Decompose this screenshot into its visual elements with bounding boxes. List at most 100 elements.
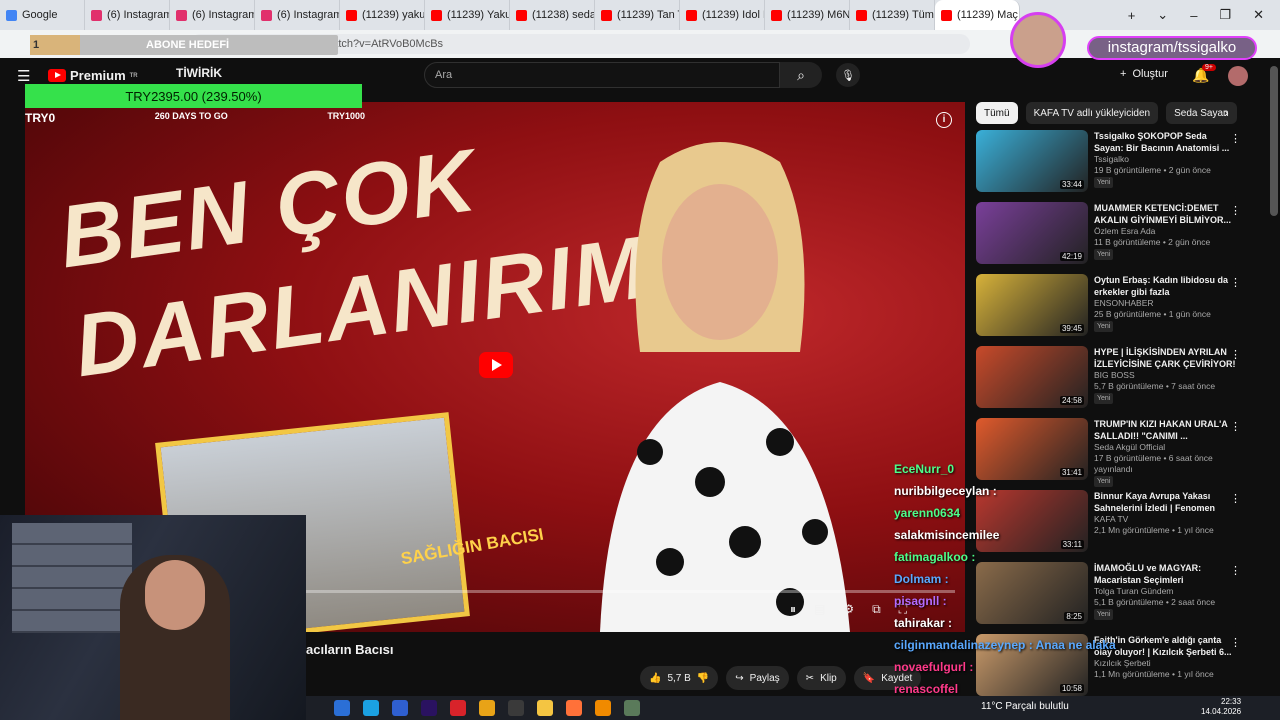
weather-widget[interactable]: 11°C Parçalı bulutlu [981, 701, 1069, 712]
recommended-video[interactable]: 39:45 Oytun Erbaş: Kadın libidosu da erke… [976, 274, 1246, 346]
tab-favicon [176, 9, 187, 21]
browser-tab[interactable]: (6) Instagram [170, 0, 255, 30]
more-options-icon[interactable]: ⋮ [1230, 204, 1241, 217]
pause-icon[interactable]: ⏸ [790, 602, 796, 617]
search-input[interactable]: Ara [424, 62, 780, 88]
browser-tab[interactable]: (11239) Maç✕ [935, 0, 1020, 30]
clock[interactable]: 22:33 14.04.2026 [1201, 697, 1241, 717]
scissors-icon: ✂ [805, 672, 815, 684]
bookshelf [12, 523, 132, 633]
video-actions: 👍 5,7 B 👎 ↪ Paylaş ✂ Klip 🔖 Kaydet [640, 666, 922, 690]
clip-button[interactable]: ✂ Klip [796, 666, 846, 690]
firefox-icon[interactable] [566, 700, 582, 716]
tab-favicon [601, 9, 612, 21]
more-options-icon[interactable]: ⋮ [1230, 348, 1241, 361]
create-button[interactable]: + Oluştur [1120, 68, 1168, 80]
new-badge: Yeni [1094, 177, 1114, 188]
voice-search-button[interactable]: 🎙 [836, 63, 860, 87]
browser-tab[interactable]: Google [0, 0, 85, 30]
search-button[interactable]: ⌕ [780, 62, 822, 88]
chrome-icon[interactable] [479, 700, 495, 716]
browser-tab[interactable]: (11239) Tan Taşç [595, 0, 680, 30]
video-thumbnail[interactable]: 42:19 [976, 202, 1088, 264]
filter-chips: Tümü KAFA TV adlı yükleyiciden Seda Sayan [976, 102, 1237, 124]
browser-tab[interactable]: (11239) Idol Ho [680, 0, 765, 30]
browser-tab[interactable]: (11239) Tüm İng [850, 0, 935, 30]
browser-tab[interactable]: (11239) Yakup T [425, 0, 510, 30]
scrollbar[interactable] [1270, 66, 1278, 216]
channel-name[interactable]: Özlem Esra Ada [1094, 226, 1236, 237]
chevron-right-icon[interactable]: › [1224, 104, 1229, 120]
recommended-video[interactable]: 33:44 Tssigalko ŞOKOPOP Seda Sayan: Bir B… [976, 130, 1246, 202]
chat-message: fatimagalkoo : [894, 550, 976, 564]
video-title[interactable]: MUAMMER KETENCİ:DEMET AKALIN GİYİNMEYİ B… [1094, 202, 1236, 226]
browser-tab[interactable]: (11239) yakup t [340, 0, 425, 30]
bookmark-icon: 🔖 [862, 672, 876, 684]
mic-icon: 🎙 [841, 69, 855, 82]
store-icon[interactable] [334, 700, 350, 716]
logo-text: Premium [70, 68, 126, 83]
video-meta: 19 B görüntüleme • 2 gün önce [1094, 165, 1211, 175]
tab-label: (11239) yakup t [362, 9, 425, 21]
edge-icon[interactable] [363, 700, 379, 716]
video-title[interactable]: TRUMP'IN KIZI HAKAN URAL'A SALLADI!! "CA… [1094, 418, 1236, 442]
tab-label: (11239) M6NIF [787, 9, 850, 21]
tab-favicon [91, 9, 102, 21]
restore-icon[interactable]: ❐ [1219, 7, 1231, 23]
tab-label: (11239) Tan Taşç [617, 9, 679, 21]
thumbs-down-icon[interactable]: 👎 [697, 673, 709, 684]
video-title[interactable]: HYPE | İLİŞKİSİNDEN AYRILAN İZLEYİCİSİNE… [1094, 346, 1236, 370]
avatar[interactable] [1228, 66, 1248, 86]
recommended-video[interactable]: 42:19 MUAMMER KETENCİ:DEMET AKALIN GİYİNM… [976, 202, 1246, 274]
info-icon[interactable]: i [936, 112, 952, 128]
more-options-icon[interactable]: ⋮ [1230, 636, 1241, 649]
folder-icon[interactable] [537, 700, 553, 716]
more-options-icon[interactable]: ⋮ [1230, 564, 1241, 577]
vlc-icon[interactable] [595, 700, 611, 716]
channel-name[interactable]: BIG BOSS [1094, 370, 1236, 381]
plus-icon: + [1120, 68, 1127, 80]
recommended-video[interactable]: 24:58 HYPE | İLİŞKİSİNDEN AYRILAN İZLEYİC… [976, 346, 1246, 418]
close-icon[interactable]: ✕ [1253, 7, 1264, 23]
app-icon[interactable] [392, 700, 408, 716]
more-options-icon[interactable]: ⋮ [1230, 420, 1241, 433]
obs-icon[interactable] [508, 700, 524, 716]
settings-icon[interactable]: ⚙ [843, 602, 854, 617]
channel-name[interactable]: Seda Akgül Official [1094, 442, 1236, 453]
more-options-icon[interactable]: ⋮ [1230, 276, 1241, 289]
video-thumbnail[interactable]: 39:45 [976, 274, 1088, 336]
channel-name[interactable]: Tssigalko [1094, 154, 1236, 165]
opera-icon[interactable] [450, 700, 466, 716]
menu-icon[interactable]: ☰ [17, 67, 30, 85]
subtitles-icon[interactable]: ▤ [814, 602, 825, 617]
filter-chip[interactable]: Tümü [976, 102, 1018, 124]
tab-list-icon[interactable]: ⌄ [1157, 7, 1168, 23]
more-options-icon[interactable]: ⋮ [1230, 492, 1241, 505]
channel-name[interactable]: ENSONHABER [1094, 298, 1236, 309]
video-title[interactable]: Oytun Erbaş: Kadın libidosu da erkekler … [1094, 274, 1236, 298]
browser-tab[interactable]: (11238) seda sa [510, 0, 595, 30]
youtube-logo[interactable]: Premium TR [48, 68, 138, 83]
subscriber-goal-widget: 1 ABONE HEDEFİ [30, 35, 338, 55]
more-options-icon[interactable]: ⋮ [1230, 132, 1241, 145]
video-thumbnail[interactable]: 33:44 [976, 130, 1088, 192]
tab-favicon [346, 9, 357, 21]
minimize-icon[interactable]: – [1190, 8, 1197, 23]
create-label: Oluştur [1132, 68, 1168, 80]
browser-tab[interactable]: (6) Instagram [255, 0, 340, 30]
progress-bar[interactable] [305, 590, 955, 593]
premiere-icon[interactable] [421, 700, 437, 716]
donation-start: TRY0 [25, 111, 56, 125]
video-title[interactable]: Tssigalko ŞOKOPOP Seda Sayan: Bir Bacını… [1094, 130, 1236, 154]
browser-tab[interactable]: (11239) M6NIF [765, 0, 850, 30]
share-button[interactable]: ↪ Paylaş [726, 666, 789, 690]
tab-label: Google [22, 9, 58, 21]
misc-app-icon[interactable] [624, 700, 640, 716]
play-button[interactable] [479, 352, 513, 378]
browser-tab[interactable]: (6) Instagram [85, 0, 170, 30]
miniplayer-icon[interactable]: ⧉ [872, 602, 881, 617]
video-thumbnail[interactable]: 24:58 [976, 346, 1088, 408]
new-tab-icon[interactable]: + [1128, 8, 1136, 23]
filter-chip[interactable]: KAFA TV adlı yükleyiciden [1025, 102, 1159, 124]
like-button[interactable]: 👍 5,7 B 👎 [640, 666, 719, 690]
